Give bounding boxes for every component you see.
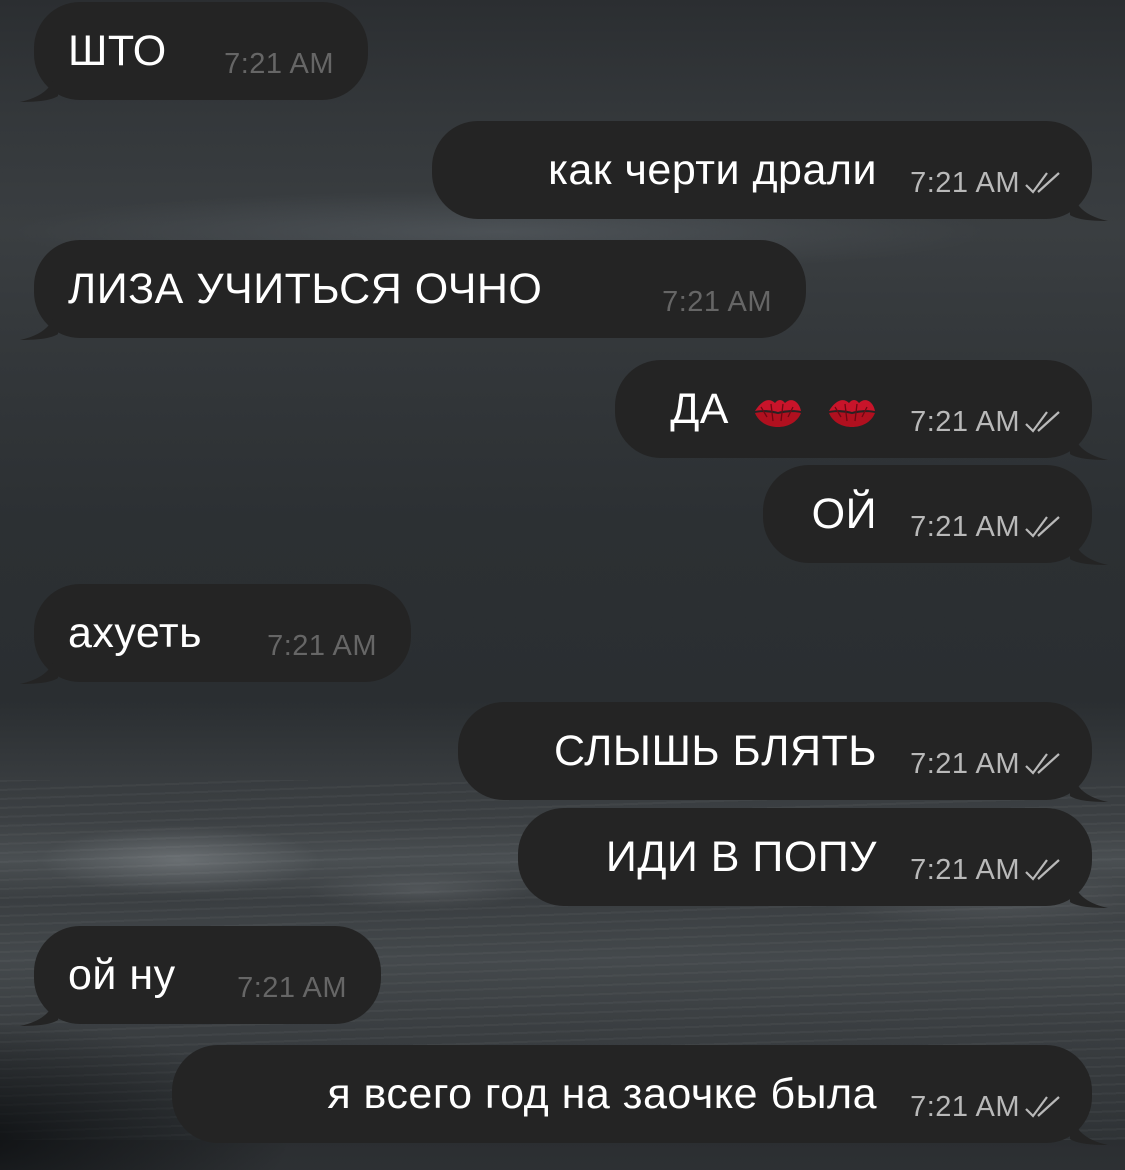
message-text: ДА	[670, 384, 877, 434]
message-text: ахуеть	[68, 609, 203, 657]
message-time: 7:21 AM	[910, 854, 1020, 886]
double-check-read-icon	[1025, 1096, 1060, 1118]
message-bubble-incoming[interactable]: ахуеть 7:21 AM	[20, 584, 411, 684]
message-text: ой ну	[68, 951, 176, 999]
bubble-tail	[1070, 1105, 1108, 1145]
message-bubble-incoming[interactable]: ШТО 7:21 AM	[20, 2, 368, 102]
message-time: 7:21 AM	[910, 406, 1020, 438]
message-text: я всего год на заочке была	[327, 1070, 877, 1118]
message-text: СЛЫШЬ БЛЯТЬ	[554, 727, 877, 775]
bubble-tail	[20, 986, 58, 1026]
chat-message-list[interactable]: ШТО 7:21 AM как черти драли 7:21 AM ЛИЗА…	[0, 0, 1125, 1145]
message-text: ИДИ В ПОПУ	[605, 833, 877, 881]
message-time: 7:21 AM	[237, 972, 347, 1004]
double-check-read-icon	[1025, 859, 1060, 881]
message-bubble-outgoing[interactable]: СЛЫШЬ БЛЯТЬ 7:21 AM	[458, 702, 1108, 802]
message-text: ОЙ	[811, 490, 877, 538]
kiss-mark-icon	[829, 400, 875, 427]
message-text-content: ДА	[670, 385, 729, 433]
message-time: 7:21 AM	[910, 1091, 1020, 1123]
message-text: ШТО	[68, 27, 167, 75]
bubble-tail	[1070, 181, 1108, 221]
bubble-tail	[20, 644, 58, 684]
message-bubble-outgoing[interactable]: ИДИ В ПОПУ 7:21 AM	[518, 808, 1108, 908]
message-time: 7:21 AM	[910, 167, 1020, 199]
bubble-tail	[20, 62, 58, 102]
message-text: ЛИЗА УЧИТЬСЯ ОЧНО	[68, 265, 543, 313]
message-time: 7:21 AM	[910, 748, 1020, 780]
bubble-tail	[1070, 525, 1108, 565]
bubble-tail	[1070, 868, 1108, 908]
message-bubble-outgoing[interactable]: ОЙ 7:21 AM	[763, 465, 1108, 565]
message-time: 7:21 AM	[910, 511, 1020, 543]
double-check-read-icon	[1025, 753, 1060, 775]
double-check-read-icon	[1025, 516, 1060, 538]
message-bubble-incoming[interactable]: ой ну 7:21 AM	[20, 926, 381, 1026]
message-bubble-outgoing[interactable]: ДА 7:21 AM	[615, 360, 1108, 460]
bubble-tail	[1070, 762, 1108, 802]
double-check-read-icon	[1025, 411, 1060, 433]
message-time: 7:21 AM	[267, 630, 377, 662]
bubble-tail	[20, 300, 58, 340]
message-bubble-outgoing[interactable]: я всего год на заочке была 7:21 AM	[172, 1045, 1108, 1145]
message-time: 7:21 AM	[662, 286, 772, 318]
message-time: 7:21 AM	[224, 48, 334, 80]
message-bubble-outgoing[interactable]: как черти драли 7:21 AM	[432, 121, 1108, 221]
bubble-tail	[1070, 420, 1108, 460]
message-bubble-incoming[interactable]: ЛИЗА УЧИТЬСЯ ОЧНО 7:21 AM	[20, 240, 806, 340]
message-text: как черти драли	[548, 146, 877, 194]
double-check-read-icon	[1025, 172, 1060, 194]
kiss-mark-icon	[755, 400, 801, 427]
